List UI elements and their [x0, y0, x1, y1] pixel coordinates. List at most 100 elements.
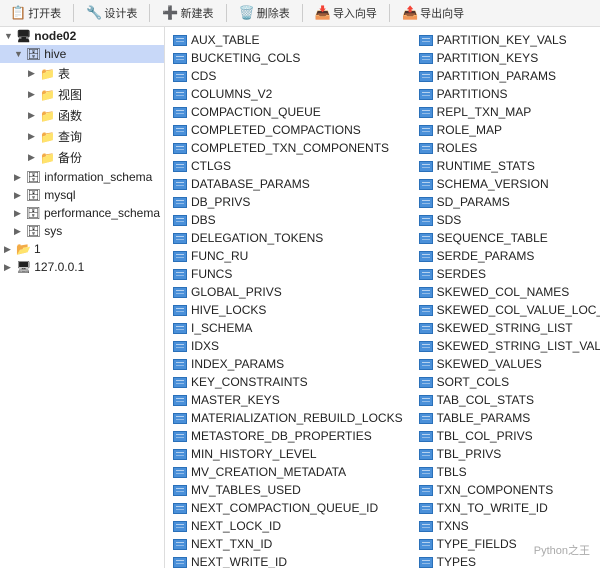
table-icon	[173, 53, 187, 64]
table-row[interactable]: INDEX_PARAMS	[165, 355, 411, 373]
sidebar-item-functions[interactable]: ▶ 📁 函数	[0, 105, 164, 126]
table-row[interactable]: SDS	[411, 211, 600, 229]
table-row[interactable]: FUNC_RU	[165, 247, 411, 265]
table-row[interactable]: COLUMNS_V2	[165, 85, 411, 103]
table-name: TXN_COMPONENTS	[437, 483, 554, 497]
sidebar-item-information-schema[interactable]: ▶ 🗄 information_schema	[0, 168, 164, 186]
table-row[interactable]: PARTITIONS	[411, 85, 600, 103]
table-row[interactable]: KEY_CONSTRAINTS	[165, 373, 411, 391]
table-row[interactable]: ROLES	[411, 139, 600, 157]
table-row[interactable]: SERDES	[411, 265, 600, 283]
table-row[interactable]: SKEWED_COL_VALUE_LOC_MAP	[411, 301, 600, 319]
table-name: TBL_PRIVS	[437, 447, 502, 461]
table-row[interactable]: SCHEMA_VERSION	[411, 175, 600, 193]
table-row[interactable]: CDS	[165, 67, 411, 85]
import-wizard-button[interactable]: 📥 导入向导	[311, 3, 381, 23]
table-row[interactable]: DBS	[165, 211, 411, 229]
table-row[interactable]: DELEGATION_TOKENS	[165, 229, 411, 247]
sidebar-item-1[interactable]: ▶ 📂 1	[0, 240, 164, 258]
table-name: FUNC_RU	[191, 249, 248, 263]
sidebar-item-sys[interactable]: ▶ 🗄 sys	[0, 222, 164, 240]
table-row[interactable]: DATABASE_PARAMS	[165, 175, 411, 193]
table-row[interactable]: IDXS	[165, 337, 411, 355]
table-row[interactable]: SKEWED_STRING_LIST	[411, 319, 600, 337]
table-icon	[173, 305, 187, 316]
table-name: SERDES	[437, 267, 486, 281]
table-area: AUX_TABLEPARTITION_KEY_VALSBUCKETING_COL…	[165, 27, 600, 568]
table-row[interactable]: PARTITION_KEYS	[411, 49, 600, 67]
table-row[interactable]: TXN_COMPONENTS	[411, 481, 600, 499]
table-row[interactable]: ROLE_MAP	[411, 121, 600, 139]
table-row[interactable]: SKEWED_VALUES	[411, 355, 600, 373]
table-name: REPL_TXN_MAP	[437, 105, 532, 119]
table-row[interactable]: SEQUENCE_TABLE	[411, 229, 600, 247]
table-row[interactable]: TYPE_FIELDS	[411, 535, 600, 553]
table-name: DATABASE_PARAMS	[191, 177, 310, 191]
table-row[interactable]: NEXT_WRITE_ID	[165, 553, 411, 568]
new-table-button[interactable]: ➕ 新建表	[158, 3, 217, 23]
table-name: COMPLETED_TXN_COMPONENTS	[191, 141, 389, 155]
table-row[interactable]: TABLE_PARAMS	[411, 409, 600, 427]
table-row[interactable]: REPL_TXN_MAP	[411, 103, 600, 121]
table-row[interactable]: MASTER_KEYS	[165, 391, 411, 409]
sidebar-item-queries[interactable]: ▶ 📁 查询	[0, 126, 164, 147]
table-icon	[173, 413, 187, 424]
group1-label: 1	[34, 242, 41, 256]
table-row[interactable]: TAB_COL_STATS	[411, 391, 600, 409]
table-row[interactable]: NEXT_LOCK_ID	[165, 517, 411, 535]
table-row[interactable]: PARTITION_PARAMS	[411, 67, 600, 85]
table-row[interactable]: TXN_TO_WRITE_ID	[411, 499, 600, 517]
table-name: I_SCHEMA	[191, 321, 252, 335]
table-row[interactable]: TBL_COL_PRIVS	[411, 427, 600, 445]
arrow-icon: ▶	[28, 89, 40, 100]
table-row[interactable]: CTLGS	[165, 157, 411, 175]
sidebar-item-node02[interactable]: ▼ 🖥 node02	[0, 27, 164, 45]
table-row[interactable]: TYPES	[411, 553, 600, 568]
table-icon	[419, 503, 433, 514]
table-row[interactable]: MV_CREATION_METADATA	[165, 463, 411, 481]
table-row[interactable]: SERDE_PARAMS	[411, 247, 600, 265]
table-row[interactable]: PARTITION_KEY_VALS	[411, 31, 600, 49]
open-table-button[interactable]: 📋 打开表	[6, 3, 65, 23]
table-row[interactable]: TBLS	[411, 463, 600, 481]
table-row[interactable]: MIN_HISTORY_LEVEL	[165, 445, 411, 463]
table-row[interactable]: NEXT_TXN_ID	[165, 535, 411, 553]
table-row[interactable]: HIVE_LOCKS	[165, 301, 411, 319]
table-row[interactable]: COMPLETED_COMPACTIONS	[165, 121, 411, 139]
table-row[interactable]: RUNTIME_STATS	[411, 157, 600, 175]
table-row[interactable]: COMPACTION_QUEUE	[165, 103, 411, 121]
table-row[interactable]: SKEWED_COL_NAMES	[411, 283, 600, 301]
table-row[interactable]: NEXT_COMPACTION_QUEUE_ID	[165, 499, 411, 517]
table-row[interactable]: FUNCS	[165, 265, 411, 283]
table-icon	[419, 161, 433, 172]
sidebar-item-performance-schema[interactable]: ▶ 🗄 performance_schema	[0, 204, 164, 222]
table-name: FUNCS	[191, 267, 232, 281]
sidebar-item-backup[interactable]: ▶ 📁 备份	[0, 147, 164, 168]
sidebar-item-hive[interactable]: ▼ 🗄 hive	[0, 45, 164, 63]
table-row[interactable]: METASTORE_DB_PROPERTIES	[165, 427, 411, 445]
delete-table-button[interactable]: 🗑️ 删除表	[235, 3, 294, 23]
separator-1	[73, 4, 74, 22]
table-row[interactable]: TXNS	[411, 517, 600, 535]
table-row[interactable]: MATERIALIZATION_REBUILD_LOCKS	[165, 409, 411, 427]
table-row[interactable]: GLOBAL_PRIVS	[165, 283, 411, 301]
table-row[interactable]: MV_TABLES_USED	[165, 481, 411, 499]
table-row[interactable]: SORT_COLS	[411, 373, 600, 391]
table-row[interactable]: AUX_TABLE	[165, 31, 411, 49]
design-table-button[interactable]: 🔧 设计表	[82, 3, 141, 23]
sidebar-item-mysql[interactable]: ▶ 🗄 mysql	[0, 186, 164, 204]
table-icon	[419, 287, 433, 298]
table-row[interactable]: TBL_PRIVS	[411, 445, 600, 463]
table-icon	[419, 305, 433, 316]
table-row[interactable]: SKEWED_STRING_LIST_VALUES	[411, 337, 600, 355]
table-row[interactable]: COMPLETED_TXN_COMPONENTS	[165, 139, 411, 157]
export-wizard-button[interactable]: 📤 导出向导	[398, 3, 468, 23]
table-row[interactable]: I_SCHEMA	[165, 319, 411, 337]
table-row[interactable]: DB_PRIVS	[165, 193, 411, 211]
table-row[interactable]: SD_PARAMS	[411, 193, 600, 211]
sidebar-item-127[interactable]: ▶ 🖥 127.0.0.1	[0, 258, 164, 276]
sidebar-item-views[interactable]: ▶ 📁 视图	[0, 84, 164, 105]
table-row[interactable]: BUCKETING_COLS	[165, 49, 411, 67]
sidebar-item-tables[interactable]: ▶ 📁 表	[0, 63, 164, 84]
table-name: METASTORE_DB_PROPERTIES	[191, 429, 372, 443]
